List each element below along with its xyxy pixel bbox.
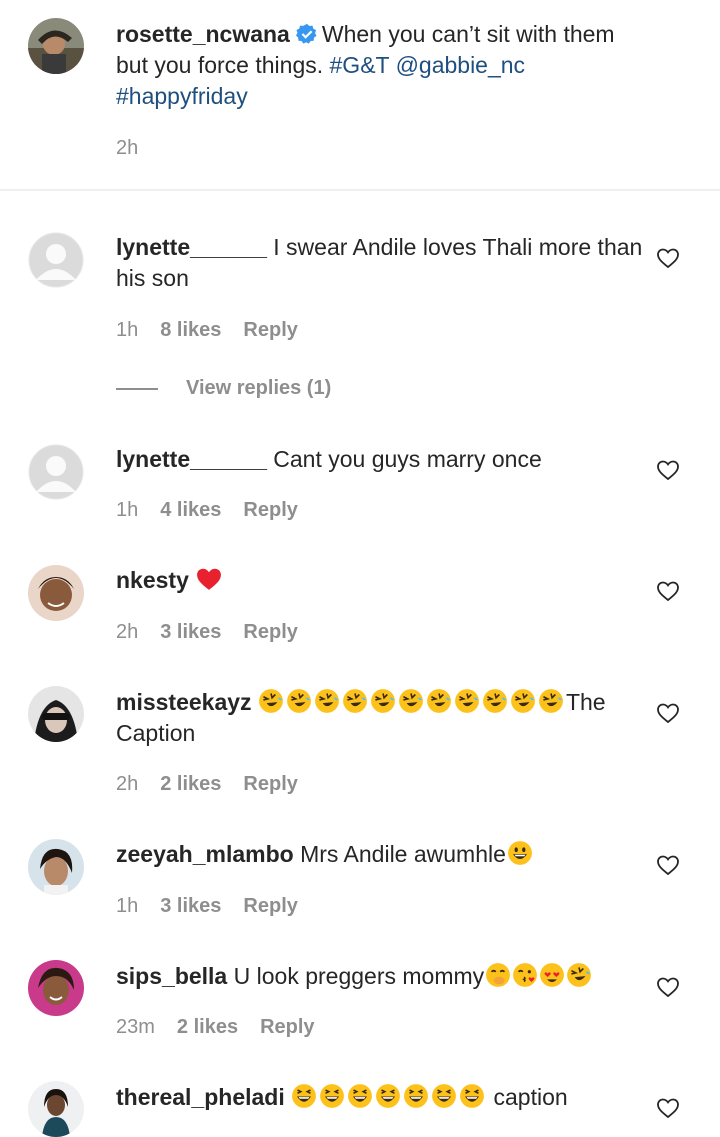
rolling-on-floor-laughing-icon xyxy=(426,688,452,714)
grinning-face-icon xyxy=(507,840,533,866)
avatar[interactable] xyxy=(28,565,84,621)
reply-button[interactable]: Reply xyxy=(243,319,297,342)
post-time: 2h xyxy=(116,137,139,159)
reply-button[interactable]: Reply xyxy=(243,621,297,644)
comment-meta: 1h 3 likes Reply xyxy=(116,895,298,918)
like-heart-icon[interactable] xyxy=(656,458,680,482)
caption-text: rosette_ncwana When you can’t sit with th… xyxy=(116,19,646,112)
replies-line xyxy=(116,387,158,390)
rolling-on-floor-laughing-icon xyxy=(258,688,284,714)
comment-text: thereal_pheladi caption xyxy=(116,1082,646,1113)
comment-username[interactable]: sips_bella xyxy=(116,963,227,989)
comment-meta: 2h 2 likes Reply xyxy=(116,773,298,796)
rolling-on-floor-laughing-icon xyxy=(398,688,424,714)
likes-count[interactable]: 8 likes xyxy=(160,319,221,342)
rolling-on-floor-laughing-icon xyxy=(286,688,312,714)
red-heart-icon xyxy=(196,566,222,592)
comment-text: zeeyah_mlambo Mrs Andile awumhle xyxy=(116,839,646,870)
comment-body: U look preggers mommy xyxy=(233,963,485,989)
likes-count[interactable]: 2 likes xyxy=(160,773,221,796)
divider xyxy=(0,189,720,191)
like-heart-icon[interactable] xyxy=(656,579,680,603)
view-replies-label[interactable]: View replies (1) xyxy=(186,377,331,400)
verified-icon xyxy=(295,23,318,45)
post-meta: 2h xyxy=(116,137,138,160)
grinning-squinting-face-icon xyxy=(431,1083,457,1109)
grinning-squinting-face-icon xyxy=(403,1083,429,1109)
comment-time: 2h xyxy=(116,773,139,795)
comment-text: nkesty xyxy=(116,565,646,596)
comment-meta: 23m 2 likes Reply xyxy=(116,1016,315,1039)
rolling-on-floor-laughing-icon xyxy=(482,688,508,714)
like-heart-icon[interactable] xyxy=(656,975,680,999)
comment-body: Cant you guys marry once xyxy=(273,446,542,472)
comment-username[interactable]: missteekayz xyxy=(116,689,252,715)
grinning-squinting-face-icon xyxy=(347,1083,373,1109)
reply-button[interactable]: Reply xyxy=(243,773,297,796)
like-heart-icon[interactable] xyxy=(656,1096,680,1120)
grinning-squinting-face-icon xyxy=(375,1083,401,1109)
like-heart-icon[interactable] xyxy=(656,246,680,270)
reply-button[interactable]: Reply xyxy=(243,895,297,918)
avatar[interactable] xyxy=(28,686,84,742)
avatar-default[interactable] xyxy=(28,444,84,500)
face-with-hand-over-mouth-icon xyxy=(485,962,511,988)
likes-count[interactable]: 4 likes xyxy=(160,499,221,522)
smiling-face-with-heart-eyes-icon xyxy=(539,962,565,988)
comment-username[interactable]: lynette______ xyxy=(116,446,267,472)
comment-time: 23m xyxy=(116,1016,155,1038)
rolling-on-floor-laughing-icon xyxy=(566,962,592,988)
avatar[interactable] xyxy=(28,960,84,1016)
rolling-on-floor-laughing-icon xyxy=(538,688,564,714)
face-blowing-kiss-icon xyxy=(512,962,538,988)
avatar[interactable] xyxy=(28,839,84,895)
avatar[interactable] xyxy=(28,1081,84,1137)
comment-meta: 1h 8 likes Reply xyxy=(116,319,298,342)
comment-time: 1h xyxy=(116,499,139,521)
comment-body: Mrs Andile awumhle xyxy=(300,841,506,867)
rolling-on-floor-laughing-icon xyxy=(342,688,368,714)
reply-button[interactable]: Reply xyxy=(243,499,297,522)
comment-username[interactable]: nkesty xyxy=(116,567,189,593)
reply-button[interactable]: Reply xyxy=(260,1016,314,1039)
grinning-squinting-face-icon xyxy=(319,1083,345,1109)
comment-text: sips_bella U look preggers mommy xyxy=(116,961,646,992)
comment-text: missteekayz The Caption xyxy=(116,687,646,749)
like-heart-icon[interactable] xyxy=(656,701,680,725)
avatar[interactable] xyxy=(28,18,84,74)
rolling-on-floor-laughing-icon xyxy=(314,688,340,714)
comment-username[interactable]: zeeyah_mlambo xyxy=(116,841,294,867)
likes-count[interactable]: 3 likes xyxy=(160,621,221,644)
comment-text: lynette______ Cant you guys marry once xyxy=(116,444,646,475)
comment-body: caption xyxy=(493,1084,568,1110)
likes-count[interactable]: 3 likes xyxy=(160,895,221,918)
avatar-default[interactable] xyxy=(28,232,84,288)
rolling-on-floor-laughing-icon xyxy=(510,688,536,714)
comment-meta: 2h 3 likes Reply xyxy=(116,621,298,644)
hashtag-gt[interactable]: #G&T xyxy=(330,52,390,78)
rolling-on-floor-laughing-icon xyxy=(370,688,396,714)
likes-count[interactable]: 2 likes xyxy=(177,1016,238,1039)
view-replies-button[interactable]: View replies (1) xyxy=(116,377,331,400)
emoji-row xyxy=(291,1084,487,1110)
post-username[interactable]: rosette_ncwana xyxy=(116,21,290,47)
grinning-squinting-face-icon xyxy=(291,1083,317,1109)
comment-text: lynette______ I swear Andile loves Thali… xyxy=(116,232,646,294)
emoji-row xyxy=(258,689,566,715)
grinning-squinting-face-icon xyxy=(459,1083,485,1109)
comment-meta: 1h 4 likes Reply xyxy=(116,499,298,522)
hashtag-happyfriday[interactable]: #happyfriday xyxy=(116,83,248,109)
comment-time: 1h xyxy=(116,319,139,341)
mention-link[interactable]: @gabbie_nc xyxy=(396,52,526,78)
comment-time: 1h xyxy=(116,895,139,917)
rolling-on-floor-laughing-icon xyxy=(454,688,480,714)
comment-username[interactable]: lynette______ xyxy=(116,234,267,260)
comment-username[interactable]: thereal_pheladi xyxy=(116,1084,285,1110)
like-heart-icon[interactable] xyxy=(656,853,680,877)
post-caption: rosette_ncwana When you can’t sit with th… xyxy=(0,0,720,190)
comment-time: 2h xyxy=(116,621,139,643)
